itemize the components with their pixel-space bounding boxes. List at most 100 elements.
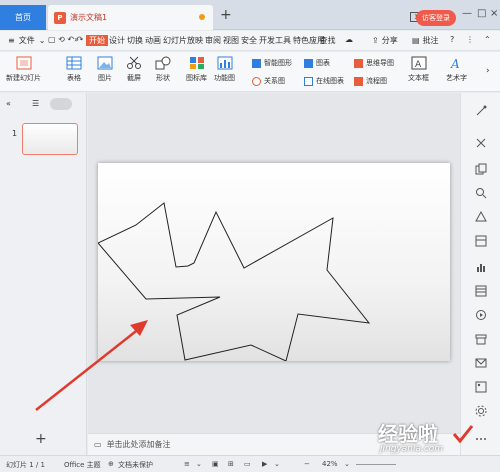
comment-button[interactable]: ▤ 批注 <box>412 35 439 46</box>
close-icon[interactable]: × <box>490 8 498 19</box>
notes-icon: ▭ <box>94 440 102 449</box>
minimize-icon[interactable]: — <box>462 8 472 19</box>
tab-home[interactable]: 首页 <box>0 5 46 30</box>
watermark-url: jingyanla.com <box>380 444 444 454</box>
slide-number: 1 <box>12 129 18 138</box>
share-icon: ⇪ <box>372 36 379 45</box>
shape-button[interactable]: 形状 <box>155 56 171 83</box>
slide[interactable] <box>97 163 450 362</box>
tab-home-ribbon[interactable]: 开始 <box>86 35 108 46</box>
icon-library-label: 图标库 <box>186 74 207 82</box>
image-button[interactable]: 图片 <box>97 56 113 83</box>
right-sidebar <box>460 93 500 455</box>
file-menu[interactable]: ≡ 文件 ⌄ <box>8 35 45 46</box>
online-chart-button[interactable]: 在线图表 <box>304 76 344 86</box>
checkmark-icon <box>452 425 474 444</box>
chart-sidebar-icon[interactable] <box>475 261 487 273</box>
tab-security[interactable]: 安全 <box>240 35 258 46</box>
more-options-icon[interactable]: ⋮ <box>466 35 474 44</box>
more-sidebar-icon[interactable] <box>475 433 487 445</box>
mail-icon[interactable] <box>475 357 487 369</box>
tab-review[interactable]: 审阅 <box>204 35 222 46</box>
text-box-label: 文本框 <box>408 74 429 82</box>
relation-chart-label: 关系图 <box>264 77 285 85</box>
theme-name[interactable]: Office 主题 <box>64 460 101 470</box>
table-button[interactable]: 表格 <box>66 56 82 83</box>
search-sidebar-icon[interactable] <box>475 187 487 199</box>
normal-view-icon[interactable]: ▣ <box>212 460 219 468</box>
fill-icon[interactable] <box>475 211 487 223</box>
play-chevron-icon[interactable]: ⌄ <box>274 460 280 468</box>
more-icon[interactable]: » <box>74 35 79 44</box>
panel-header: « ☰ <box>0 93 87 115</box>
share-button[interactable]: ⇪ 分享 <box>372 35 398 46</box>
tab-document[interactable]: P 演示文稿1 <box>48 5 213 30</box>
tab-view[interactable]: 视图 <box>222 35 240 46</box>
search-button[interactable]: ⌕ 查找 <box>312 35 335 46</box>
notes-chevron-icon[interactable]: ⌄ <box>196 460 202 468</box>
art-text-button[interactable]: A 艺术字 <box>446 56 467 83</box>
collapse-panel-icon[interactable]: « <box>6 99 11 108</box>
unsaved-dot-icon <box>199 14 205 20</box>
flow-chart-button[interactable]: 流程图 <box>354 76 387 86</box>
new-slide-button[interactable]: 新建幻灯片 <box>6 56 41 83</box>
art-text-icon: A <box>449 56 465 70</box>
archive-icon[interactable] <box>475 333 487 345</box>
ribbon-scroll-icon[interactable]: › <box>486 66 490 76</box>
maximize-icon[interactable]: □ <box>477 8 486 19</box>
table-sidebar-icon[interactable] <box>475 285 487 297</box>
new-slide-label: 新建幻灯片 <box>6 74 41 82</box>
comment-label: 批注 <box>422 36 439 45</box>
reading-view-icon[interactable]: ▭ <box>244 460 251 468</box>
collapse-ribbon-icon[interactable]: ⌃ <box>484 35 491 44</box>
notes-toggle-icon[interactable]: ≡ <box>184 460 190 468</box>
chart-button[interactable]: 图表 <box>304 58 330 68</box>
help-button[interactable]: ? <box>450 35 454 44</box>
zoom-chevron-icon[interactable]: ⌄ <box>344 460 350 468</box>
protect-status[interactable]: 文档未保护 <box>118 460 153 470</box>
zoom-slider[interactable] <box>356 464 396 465</box>
copy-icon[interactable] <box>475 163 487 175</box>
star-shape[interactable] <box>97 163 450 362</box>
add-slide-button[interactable]: + <box>35 431 47 447</box>
slide-thumbnail[interactable] <box>22 123 78 155</box>
slide-view-toggle[interactable] <box>50 98 72 110</box>
svg-text:A: A <box>415 60 422 70</box>
mind-map-button[interactable]: 思维导图 <box>354 58 394 68</box>
tab-slideshow[interactable]: 幻灯片放映 <box>162 35 204 46</box>
sync-icon[interactable]: ☁ <box>345 35 353 44</box>
outline-view-icon[interactable]: ☰ <box>32 99 39 108</box>
new-slide-icon <box>16 56 32 70</box>
animation-icon[interactable] <box>475 309 487 321</box>
property-icon[interactable] <box>475 105 487 117</box>
online-chart-icon <box>304 76 313 86</box>
function-chart-icon <box>217 56 233 70</box>
zoom-out-icon[interactable]: − <box>304 460 310 468</box>
sorter-view-icon[interactable]: ⊞ <box>228 460 234 468</box>
text-box-button[interactable]: A 文本框 <box>408 56 429 83</box>
hamburger-icon: ≡ <box>8 36 15 45</box>
play-icon[interactable]: ▶ <box>262 460 267 468</box>
login-button[interactable]: 访客登录 <box>416 10 456 26</box>
function-chart-button[interactable]: 功能图 <box>214 56 235 83</box>
smart-shape-label: 智能图形 <box>264 59 292 67</box>
zoom-level[interactable]: 42% <box>322 460 338 468</box>
transform-icon[interactable] <box>475 137 487 149</box>
tab-transition[interactable]: 切换 <box>126 35 144 46</box>
tab-animation[interactable]: 动画 <box>144 35 162 46</box>
gallery-icon[interactable] <box>475 381 487 393</box>
table-label: 表格 <box>67 74 81 82</box>
notes-placeholder: 单击此处添加备注 <box>106 440 171 449</box>
tab-developer[interactable]: 开发工具 <box>258 35 292 46</box>
tab-design[interactable]: 设计 <box>108 35 126 46</box>
smart-shape-button[interactable]: 智能图形 <box>252 58 292 68</box>
icon-library-icon <box>189 56 205 70</box>
title-bar: 首页 P 演示文稿1 + 1 访客登录 — □ × <box>0 0 500 30</box>
settings-sidebar-icon[interactable] <box>475 405 487 417</box>
icon-library-button[interactable]: 图标库 <box>186 56 207 83</box>
layout-icon[interactable] <box>475 235 487 247</box>
screenshot-button[interactable]: 截屏 <box>126 56 142 83</box>
search-label: 查找 <box>319 36 336 45</box>
new-tab-button[interactable]: + <box>220 8 232 22</box>
relation-chart-button[interactable]: 关系图 <box>252 76 285 86</box>
